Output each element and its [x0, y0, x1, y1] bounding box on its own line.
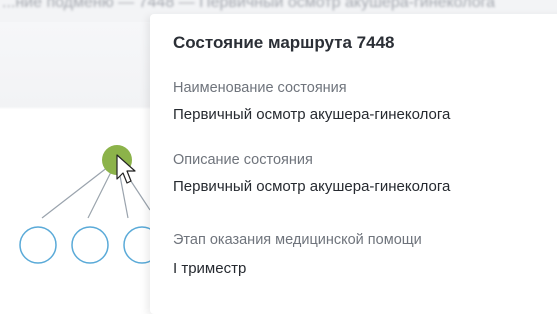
- state-name-label: Наименование состояния: [173, 80, 347, 96]
- care-stage-label: Этап оказания медицинской помощи: [173, 232, 422, 248]
- state-description-label: Описание состояния: [173, 152, 313, 168]
- route-tree: [19, 145, 161, 264]
- popover-title: Состояние маршрута 7448: [173, 33, 395, 52]
- tree-edges: [41, 159, 151, 219]
- state-name-value: Первичный осмотр акушера-гинеколога: [173, 106, 451, 123]
- child-node[interactable]: [71, 226, 109, 264]
- route-state-popover: Состояние маршрута 7448 Наименование сос…: [150, 14, 557, 314]
- state-description-value: Первичный осмотр акушера-гинеколога: [173, 178, 451, 195]
- care-stage-value: I триместр: [173, 260, 247, 277]
- background-header-text: ...ние подменю — 7448 — Первичный осмотр…: [2, 0, 495, 11]
- child-node[interactable]: [19, 226, 57, 264]
